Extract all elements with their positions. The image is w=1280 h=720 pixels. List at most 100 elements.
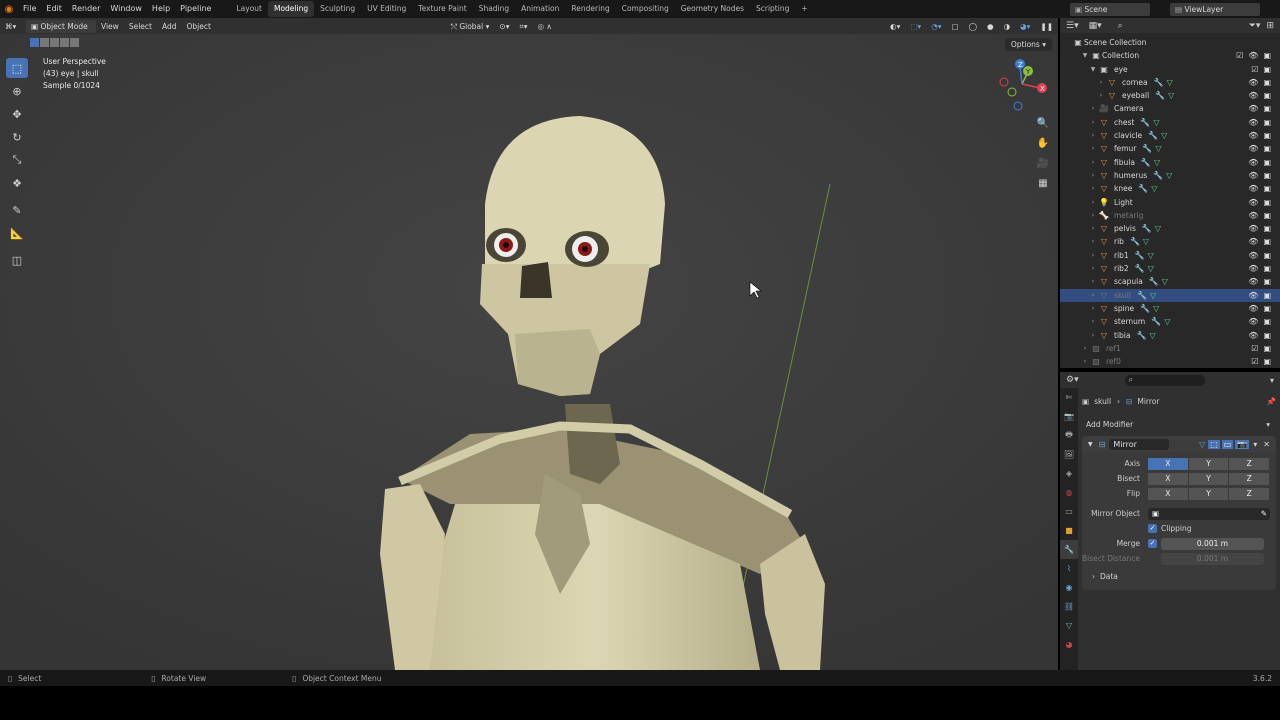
outliner-item-spine[interactable]: › ▽ spine 🔧 ▽ 👁▣ [1060, 302, 1280, 315]
outliner-item-rib2[interactable]: › ▽ rib2 🔧 ▽ 👁▣ [1060, 262, 1280, 275]
menu-pipeline[interactable]: Pipeline [175, 0, 216, 18]
particles-tab-icon[interactable]: ⌇ [1060, 559, 1078, 578]
visibility-toggle-icon[interactable]: 👁▣ [1248, 209, 1276, 222]
visibility-toggle-icon[interactable]: ☑▣ [1251, 355, 1276, 368]
viewport-toggle-icon[interactable]: ▭ [1221, 439, 1234, 449]
gizmo-toggle-icon[interactable]: ⬚▾ [905, 20, 926, 33]
menu-edit[interactable]: Edit [41, 0, 67, 18]
expand-arrow-icon[interactable]: › [1088, 209, 1098, 222]
visibility-toggle-icon[interactable]: ☑▣ [1251, 342, 1276, 355]
visibility-toggle-icon[interactable]: 👁▣ [1248, 76, 1276, 89]
collection-tab-icon[interactable]: ▭ [1060, 502, 1078, 521]
proportional-edit-icon[interactable]: ◎ ∧ [532, 20, 556, 33]
expand-arrow-icon[interactable]: › [1096, 89, 1106, 102]
tab-geometry-nodes[interactable]: Geometry Nodes [675, 1, 750, 17]
outliner-item-clavicle[interactable]: › ▽ clavicle 🔧 ▽ 👁▣ [1060, 129, 1280, 142]
outliner-search-icon[interactable]: ⌕ [1118, 21, 1123, 31]
shading-material-icon[interactable]: ◑ [999, 20, 1016, 33]
render-toggle-icon[interactable]: 📷 [1235, 439, 1250, 449]
shading-wireframe-icon[interactable]: ◯ [964, 20, 982, 33]
expand-arrow-icon[interactable]: ▼ [1080, 49, 1090, 62]
tab-texture-paint[interactable]: Texture Paint [412, 1, 472, 17]
transform-orientation-selector[interactable]: ⤲ Global ▾ [446, 20, 494, 33]
visibility-toggle-icon[interactable]: 👁▣ [1248, 129, 1276, 142]
modifier-icon[interactable]: 🔧 [1142, 222, 1152, 235]
modifier-icon[interactable]: 🔧 [1141, 156, 1151, 169]
mesh-data-icon[interactable]: ▽ [1155, 222, 1161, 235]
mesh-data-icon[interactable]: ▽ [1150, 289, 1156, 302]
visibility-toggle-icon[interactable]: 👁▣ [1248, 302, 1276, 315]
mode-selector[interactable]: ▣ Object Mode [26, 19, 96, 33]
modifier-icon[interactable]: 🔧 [1130, 235, 1140, 248]
menu-window[interactable]: Window [105, 0, 147, 18]
visibility-controls[interactable]: ☑👁▣ [1236, 49, 1276, 62]
select-extend-icon[interactable] [40, 38, 49, 47]
visibility-toggle-icon[interactable]: 👁▣ [1248, 235, 1276, 248]
visibility-toggle-icon[interactable]: 👁▣ [1248, 315, 1276, 328]
ortho-grid-icon[interactable]: ▦ [1034, 174, 1052, 192]
expand-arrow-icon[interactable]: › [1088, 169, 1098, 182]
material-tab-icon[interactable]: ◕ [1060, 635, 1078, 654]
snap-icon[interactable]: ⌗▾ [514, 20, 532, 33]
xray-icon[interactable]: ▢ [947, 20, 964, 33]
modifier-icon[interactable]: 🔧 [1137, 289, 1147, 302]
outliner-item-fibula[interactable]: › ▽ fibula 🔧 ▽ 👁▣ [1060, 156, 1280, 169]
navigation-gizmo[interactable]: Z Y X [996, 56, 1052, 112]
viewlayer-selector[interactable]: ▤ ViewLayer [1170, 2, 1260, 16]
expand-arrow-icon[interactable]: › [1088, 249, 1098, 262]
zoom-icon[interactable]: 🔍 [1034, 114, 1052, 132]
outliner-item-ref1[interactable]: › ▨ ref1 ☑▣ [1060, 342, 1280, 355]
expand-arrow-icon[interactable]: › [1088, 182, 1098, 195]
visibility-toggle-icon[interactable]: ☑▣ [1251, 63, 1276, 76]
shading-solid-icon[interactable]: ● [982, 20, 999, 33]
pause-render-icon[interactable]: ❚❚ [1035, 20, 1058, 33]
outliner-item-humerus[interactable]: › ▽ humerus 🔧 ▽ 👁▣ [1060, 169, 1280, 182]
modifier-icon[interactable]: 🔧 [1135, 262, 1145, 275]
pivot-icon[interactable]: ⊙▾ [494, 20, 514, 33]
axis-x-toggle[interactable]: X [1148, 457, 1189, 470]
outliner-item-eye[interactable]: ▼ ▣ eye ☑▣ [1060, 63, 1280, 76]
mesh-data-icon[interactable]: ▽ [1162, 275, 1168, 288]
data-tab-icon[interactable]: ▽ [1060, 616, 1078, 635]
mesh-data-icon[interactable]: ▽ [1167, 76, 1173, 89]
outliner-item-cornea[interactable]: › ▽ cornea 🔧 ▽ 👁▣ [1060, 76, 1280, 89]
mesh-data-icon[interactable]: ▽ [1149, 329, 1155, 342]
bisect-y-toggle[interactable]: Y [1188, 472, 1230, 485]
add-modifier-button[interactable]: Add Modifier ▾ [1082, 416, 1276, 432]
expand-arrow-icon[interactable]: › [1088, 116, 1098, 129]
blender-logo-icon[interactable]: ◉ [0, 4, 18, 15]
merge-distance-field[interactable]: 0.001 m [1161, 537, 1264, 550]
menu-add[interactable]: Add [157, 20, 182, 33]
options-button[interactable]: Options ▾ [1004, 38, 1052, 51]
visibility-icon[interactable]: ◐▾ [885, 20, 905, 33]
visibility-toggle-icon[interactable]: 👁▣ [1248, 262, 1276, 275]
bisect-distance-field[interactable]: 0.001 m [1161, 552, 1264, 565]
expand-arrow-icon[interactable]: › [1080, 355, 1090, 368]
add-cube-tool-icon[interactable]: ◫ [6, 250, 28, 270]
display-mode-icon[interactable]: ▦▾ [1089, 21, 1102, 31]
flip-y-toggle[interactable]: Y [1188, 487, 1230, 500]
expand-arrow-icon[interactable]: › [1088, 275, 1098, 288]
visibility-toggle-icon[interactable]: 👁▣ [1248, 156, 1276, 169]
outliner-item-eyeball[interactable]: › ▽ eyeball 🔧 ▽ 👁▣ [1060, 89, 1280, 102]
physics-tab-icon[interactable]: ◉ [1060, 578, 1078, 597]
collapse-arrow-icon[interactable]: ▼ [1088, 441, 1093, 448]
modifier-icon[interactable]: 🔧 [1140, 302, 1150, 315]
visibility-toggle-icon[interactable]: 👁▣ [1248, 289, 1276, 302]
axis-y-toggle[interactable]: Y [1188, 457, 1230, 470]
mesh-data-icon[interactable]: ▽ [1155, 142, 1161, 155]
visibility-toggle-icon[interactable]: 👁▣ [1248, 169, 1276, 182]
rotate-tool-icon[interactable]: ↻ [6, 127, 28, 147]
visibility-toggle-icon[interactable]: 👁▣ [1248, 102, 1276, 115]
mesh-data-icon[interactable]: ▽ [1164, 315, 1170, 328]
mesh-data-icon[interactable]: ▽ [1154, 156, 1160, 169]
constraints-tab-icon[interactable]: ⛓ [1060, 597, 1078, 616]
expand-arrow-icon[interactable]: › [1088, 329, 1098, 342]
visibility-toggle-icon[interactable]: 👁▣ [1248, 329, 1276, 342]
menu-view[interactable]: View [96, 20, 124, 33]
scene-selector[interactable]: ▣ Scene [1070, 2, 1150, 16]
data-subpanel[interactable]: › Data [1082, 569, 1276, 584]
editor-type-icon[interactable]: ⌘▾ [0, 20, 26, 33]
modifier-icon[interactable]: 🔧 [1142, 142, 1152, 155]
modifier-icon[interactable]: 🔧 [1148, 129, 1158, 142]
